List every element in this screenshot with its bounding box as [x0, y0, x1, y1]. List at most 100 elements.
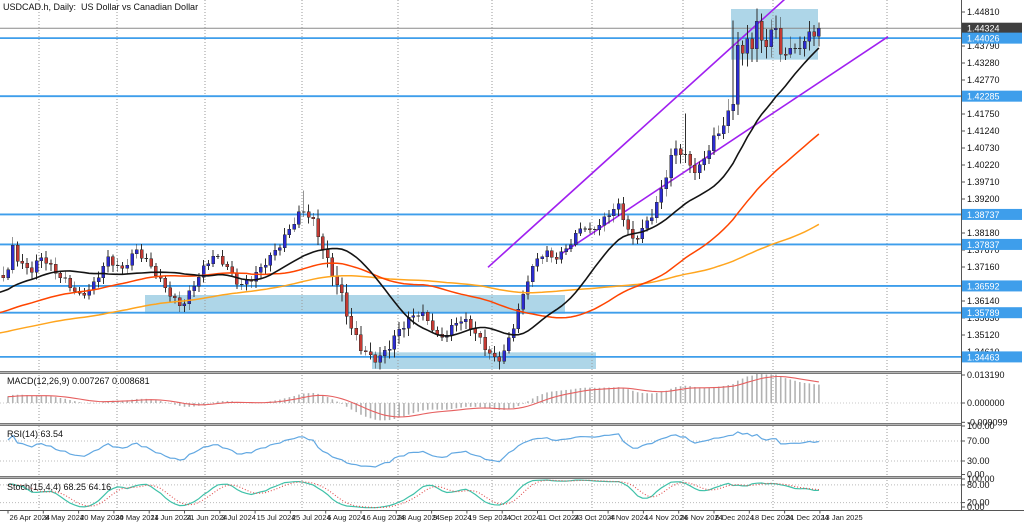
candle-up	[603, 217, 606, 226]
candle-down	[173, 296, 176, 297]
candle-up	[522, 294, 525, 309]
separators-layer	[0, 371, 1024, 479]
candle-up	[770, 30, 773, 47]
rsi-tick-label: 100.00	[967, 421, 995, 431]
candle-up	[183, 304, 186, 306]
candle-up	[507, 338, 510, 351]
candle-up	[650, 218, 653, 221]
candle-down	[622, 204, 625, 220]
candle-up	[283, 235, 286, 248]
candle-up	[450, 325, 453, 335]
candle-down	[679, 149, 682, 155]
rsi-indicator-label: RSI(14) 63.54	[7, 429, 63, 439]
candle-up	[565, 249, 568, 252]
candle-down	[741, 45, 744, 53]
candle-up	[11, 245, 14, 269]
candle-up	[102, 266, 105, 278]
price-label-text: 1.38737	[967, 210, 1000, 220]
mt5-chart-window: 1.448101.443001.437901.432801.427701.422…	[0, 0, 1024, 526]
candle-down	[111, 257, 114, 265]
candle-down	[340, 285, 343, 293]
candle-up	[259, 267, 262, 272]
candle-down	[59, 273, 62, 277]
candle-down	[479, 333, 482, 337]
candle-up	[703, 159, 706, 165]
candle-up	[641, 228, 644, 239]
candle-up	[135, 250, 138, 254]
candle-up	[655, 202, 658, 218]
candle-up	[274, 250, 277, 255]
candle-up	[670, 155, 673, 177]
price-tick-label: 1.35120	[967, 330, 1000, 340]
candles-layer	[2, 9, 821, 370]
time-tick-label: 8 May 2024	[45, 513, 84, 522]
ma-fast-line	[0, 48, 819, 363]
candle-up	[212, 256, 215, 263]
candle-down	[140, 250, 143, 258]
time-tick-label: 1 Oct 2024	[504, 513, 541, 522]
price-tick-label: 1.37160	[967, 262, 1000, 272]
candle-up	[774, 28, 777, 29]
candle-down	[226, 264, 229, 267]
price-tick-label: 1.43280	[967, 58, 1000, 68]
candle-down	[364, 351, 367, 352]
candle-up	[665, 178, 668, 189]
price-tick-label: 1.39200	[967, 194, 1000, 204]
candle-up	[460, 322, 463, 324]
time-tick-label: 13 Jan 2025	[821, 513, 862, 522]
candle-up	[674, 149, 677, 156]
candle-up	[131, 254, 134, 265]
time-tick-label: 6 Dec 2024	[716, 513, 754, 522]
candle-down	[30, 268, 33, 272]
time-tick-label: 4 Nov 2024	[610, 513, 648, 522]
candle-down	[751, 39, 754, 49]
candle-up	[574, 233, 577, 244]
candle-up	[698, 165, 701, 173]
candle-down	[116, 265, 119, 266]
price-axis[interactable]: 1.448101.443001.437901.432801.427701.422…	[961, 0, 1024, 512]
candle-down	[765, 40, 768, 47]
candle-up	[97, 278, 100, 282]
candle-down	[798, 48, 801, 49]
macd-tick-label: 0.000000	[967, 398, 1005, 408]
candle-up	[503, 351, 506, 361]
candle-up	[278, 248, 281, 251]
chart-canvas[interactable]: 1.448101.443001.437901.432801.427701.422…	[0, 0, 1024, 526]
zones-layer	[145, 9, 818, 369]
candle-down	[336, 276, 339, 285]
candle-up	[188, 291, 191, 304]
trendlines-layer	[488, 0, 888, 267]
chart-title: USDCAD.h, Daily: US Dollar vs Canadian D…	[3, 2, 198, 12]
candle-up	[546, 251, 549, 257]
candle-down	[350, 316, 353, 328]
candle-up	[817, 28, 820, 36]
price-label-text: 1.35789	[967, 308, 1000, 318]
grid-layer	[39, 0, 887, 510]
candle-up	[288, 229, 291, 234]
candle-down	[145, 258, 148, 259]
candle-down	[784, 54, 787, 55]
price-tick-label: 1.41750	[967, 109, 1000, 119]
candle-up	[598, 225, 601, 229]
candle-up	[269, 255, 272, 265]
supply-demand-zone[interactable]	[372, 352, 596, 369]
time-axis[interactable]: 26 Apr 20248 May 202420 May 202430 May 2…	[0, 511, 1024, 523]
candle-down	[760, 21, 763, 40]
candle-up	[579, 229, 582, 234]
candle-down	[154, 266, 157, 275]
candle-up	[712, 136, 715, 151]
candle-up	[107, 257, 110, 266]
candle-up	[608, 216, 611, 217]
time-tick-label: 25 Jul 2024	[292, 513, 331, 522]
candle-up	[684, 154, 687, 155]
candle-down	[593, 229, 596, 230]
stochastic-panel	[0, 480, 961, 508]
candle-up	[455, 323, 458, 325]
price-tick-label: 1.40220	[967, 160, 1000, 170]
trendline-object[interactable]	[488, 0, 785, 267]
candle-up	[7, 270, 10, 278]
candle-up	[379, 356, 382, 362]
candle-down	[779, 28, 782, 54]
candle-down	[469, 319, 472, 328]
price-label-text: 1.34463	[967, 352, 1000, 362]
